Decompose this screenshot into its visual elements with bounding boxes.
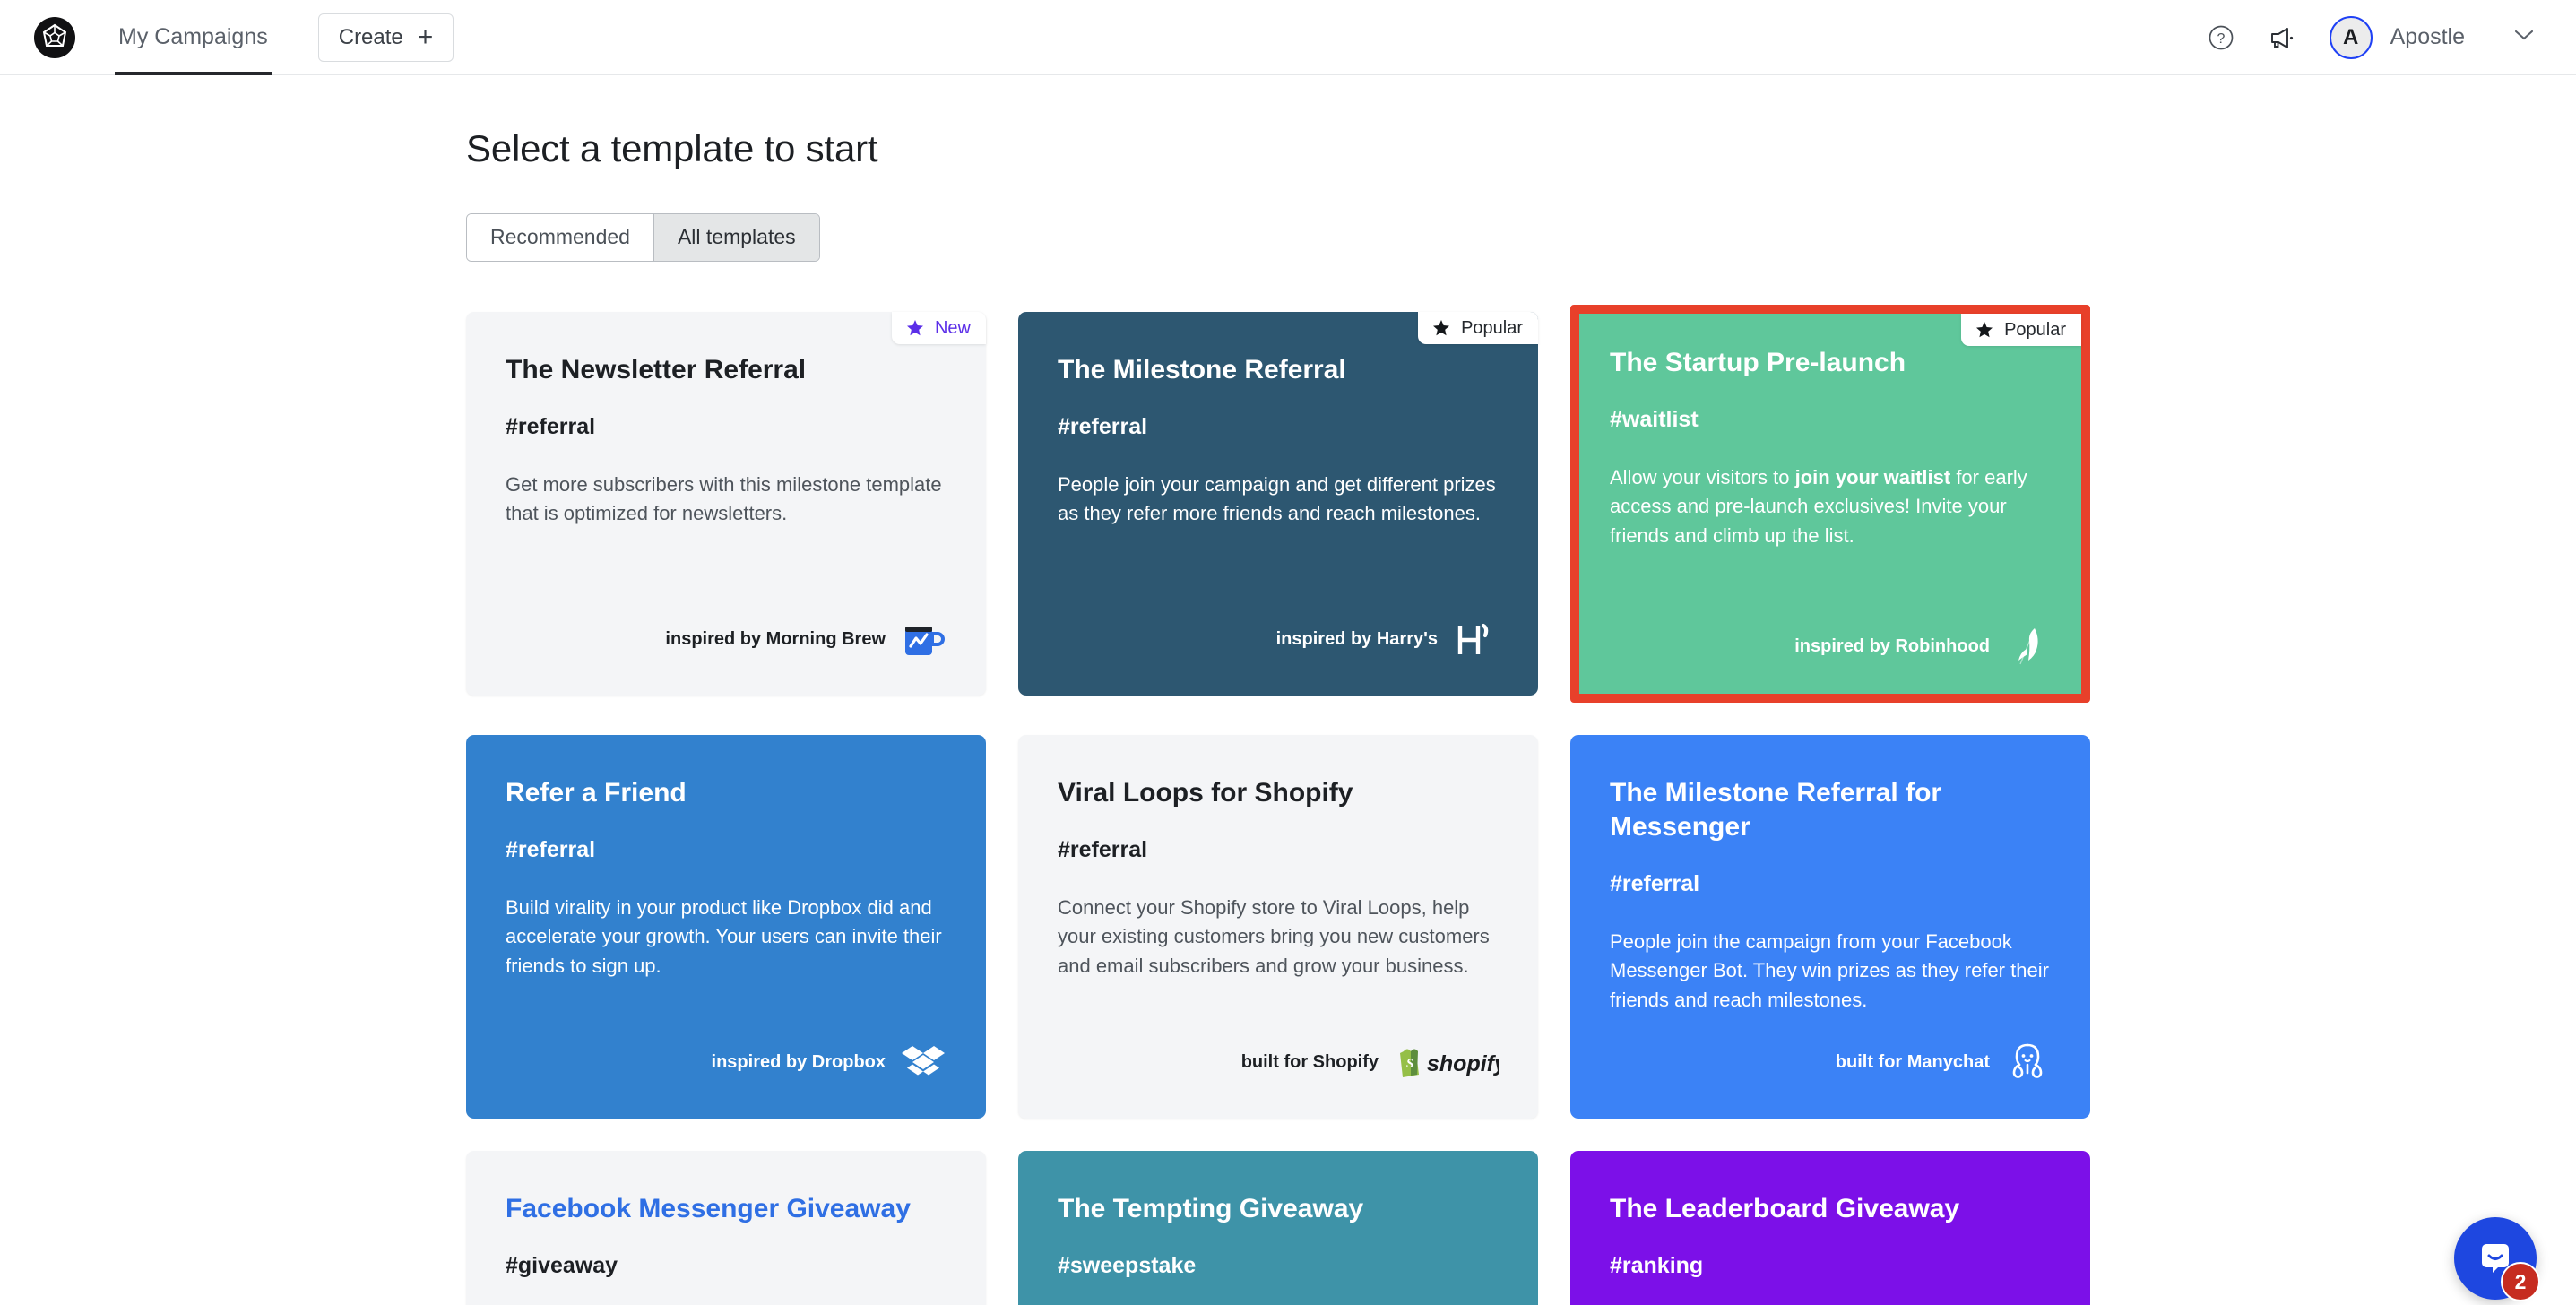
page-title: Select a template to start	[466, 127, 878, 169]
megaphone-icon	[2270, 27, 2293, 48]
question-circle-icon: ?	[2209, 25, 2233, 49]
help-button[interactable]: ?	[2197, 13, 2245, 62]
create-button[interactable]: Create +	[317, 13, 454, 62]
card-tag: #waitlist	[1610, 406, 1699, 432]
svg-text:S: S	[1406, 1057, 1413, 1071]
status-badge: New	[891, 312, 986, 344]
card-description: Build virality in your product like Drop…	[506, 894, 947, 981]
card-description: Connect your Shopify store to Viral Loop…	[1058, 894, 1499, 981]
manychat-octopus-logo	[2004, 1039, 2051, 1085]
card-tag: #referral	[506, 413, 596, 439]
template-card-leaderboard-giveaway[interactable]: The Leaderboard Giveaway #ranking	[1570, 1151, 2090, 1305]
card-description: People join your campaign and get differ…	[1058, 471, 1499, 529]
chevron-down-icon	[2514, 30, 2534, 40]
status-badge-label: Popular	[2004, 319, 2066, 340]
card-credit: inspired by Dropbox	[711, 1051, 886, 1072]
card-description-text: Get more subscribers with this milestone…	[506, 472, 942, 525]
create-button-label: Create	[338, 24, 403, 49]
template-card-startup-pre-launch[interactable]: Popular The Startup Pre-launch #waitlist…	[1570, 305, 2090, 703]
card-footer: built for Manychat	[1610, 1038, 2051, 1086]
card-tag: #ranking	[1610, 1252, 1704, 1278]
card-title: The Startup Pre-launch	[1610, 348, 1906, 377]
star-icon	[1433, 320, 1450, 336]
card-description-highlight: join your waitlist	[1794, 465, 1951, 488]
template-card-milestone-referral[interactable]: Popular The Milestone Referral #referral…	[1018, 312, 1538, 696]
template-card-facebook-messenger-giveaway[interactable]: Facebook Messenger Giveaway #giveaway	[466, 1151, 986, 1305]
card-footer: built for Shopify S shopify	[1058, 1038, 1499, 1086]
template-grid: New The Newsletter Referral #referral Ge…	[466, 305, 2115, 1119]
card-title: The Milestone Referral for Messenger	[1610, 778, 1942, 842]
card-credit: inspired by Morning Brew	[665, 628, 886, 649]
top-bar-right-group: ? A Apostle	[2197, 13, 2542, 62]
status-badge-label: Popular	[1461, 317, 1523, 338]
card-description: Allow your visitors to join your waitlis…	[1610, 463, 2051, 551]
shopify-bag-logo: S shopify	[1393, 1039, 1499, 1085]
card-tag: #giveaway	[506, 1252, 618, 1278]
robinhood-feather-logo	[2004, 623, 2051, 670]
announcement-button[interactable]	[2260, 13, 2308, 62]
card-description-text: People join your campaign and get differ…	[1058, 472, 1496, 525]
dropbox-logo	[900, 1039, 947, 1085]
sidebar-item-my-campaigns[interactable]: My Campaigns	[115, 0, 272, 75]
avatar-initial: A	[2342, 24, 2359, 49]
template-grid-partial-row: Facebook Messenger Giveaway #giveaway Th…	[466, 1151, 2115, 1305]
star-icon	[906, 320, 923, 336]
svg-text:shopify: shopify	[1427, 1051, 1499, 1076]
nav-tab-label: My Campaigns	[118, 24, 268, 49]
card-title: The Tempting Giveaway	[1058, 1194, 1364, 1223]
card-title: The Newsletter Referral	[506, 355, 807, 385]
card-credit: built for Shopify	[1240, 1051, 1379, 1072]
card-description: People join the campaign from your Faceb…	[1610, 928, 2051, 1015]
card-credit: inspired by Robinhood	[1794, 635, 1990, 656]
status-badge-label: New	[934, 317, 971, 338]
card-credit: inspired by Harry's	[1275, 628, 1438, 649]
intercom-unread-badge: 2	[2501, 1262, 2540, 1301]
template-picker: Select a template to start Recommended A…	[466, 75, 2115, 1305]
avatar[interactable]: A	[2329, 15, 2373, 59]
card-title: The Milestone Referral	[1058, 355, 1346, 385]
card-tag: #referral	[1058, 836, 1148, 862]
template-card-newsletter-referral[interactable]: New The Newsletter Referral #referral Ge…	[466, 312, 986, 696]
card-footer: inspired by Harry's	[1058, 615, 1499, 663]
template-card-viral-loops-for-shopify[interactable]: Viral Loops for Shopify #referral Connec…	[1018, 735, 1538, 1119]
harrys-h-logo	[1452, 616, 1499, 662]
star-icon	[1976, 322, 1993, 338]
tab-all-templates[interactable]: All templates	[653, 214, 819, 261]
card-title: Refer a Friend	[506, 778, 687, 808]
top-navigation-bar: My Campaigns Create + ? A Apostle	[0, 0, 2576, 75]
card-description-prefix: Allow your visitors to	[1610, 465, 1795, 488]
polyhedron-icon	[42, 23, 67, 47]
plus-icon: +	[417, 22, 434, 52]
card-credit: built for Manychat	[1835, 1051, 1990, 1072]
template-card-tempting-giveaway[interactable]: The Tempting Giveaway #sweepstake	[1018, 1151, 1538, 1305]
card-description: Get more subscribers with this milestone…	[506, 471, 947, 529]
user-name[interactable]: Apostle	[2390, 24, 2465, 50]
tab-recommended[interactable]: Recommended	[467, 214, 654, 261]
template-filter-tabs: Recommended All templates	[466, 213, 820, 262]
morning-brew-mug-logo	[900, 616, 947, 662]
card-tag: #referral	[1058, 413, 1148, 439]
card-tag: #referral	[1610, 870, 1700, 896]
main-content: Select a template to start Recommended A…	[0, 75, 2576, 1305]
card-footer: inspired by Dropbox	[506, 1038, 947, 1086]
template-card-refer-a-friend[interactable]: Refer a Friend #referral Build virality …	[466, 735, 986, 1119]
card-description-text: People join the campaign from your Faceb…	[1610, 929, 2049, 1011]
card-tag: #referral	[506, 836, 596, 862]
card-footer: inspired by Robinhood	[1610, 622, 2051, 670]
card-description-text: Connect your Shopify store to Viral Loop…	[1058, 895, 1490, 977]
card-tag: #sweepstake	[1058, 1252, 1197, 1278]
viral-loops-logo[interactable]	[34, 16, 75, 58]
intercom-launcher-button[interactable]: 2	[2454, 1217, 2540, 1301]
card-title: Viral Loops for Shopify	[1058, 778, 1353, 808]
status-badge: Popular	[1961, 314, 2081, 346]
card-title: The Leaderboard Giveaway	[1610, 1194, 1960, 1223]
card-footer: inspired by Morning Brew	[506, 615, 947, 663]
card-description-text: Build virality in your product like Drop…	[506, 895, 942, 977]
card-title: Facebook Messenger Giveaway	[506, 1194, 911, 1223]
template-card-milestone-referral-messenger[interactable]: The Milestone Referral for Messenger #re…	[1570, 735, 2090, 1119]
user-menu-toggle[interactable]	[2511, 26, 2537, 48]
status-badge: Popular	[1418, 312, 1538, 344]
svg-text:?: ?	[2217, 31, 2225, 47]
